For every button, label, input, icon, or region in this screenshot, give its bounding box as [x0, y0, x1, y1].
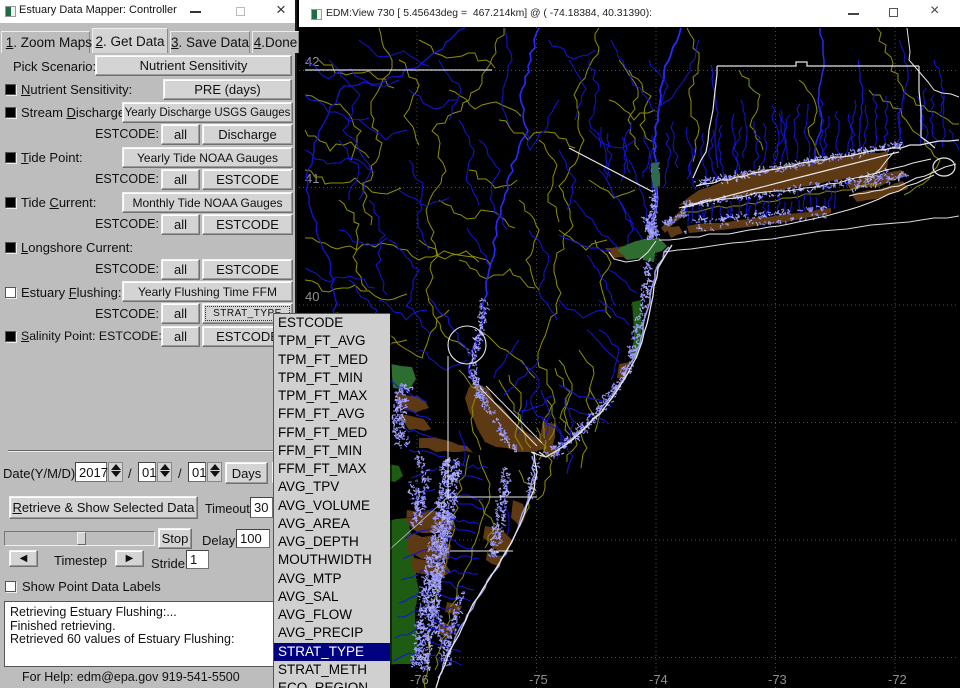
svg-text:-75: -75	[529, 672, 548, 687]
svg-text:-74: -74	[649, 672, 668, 687]
svg-text:-73: -73	[768, 672, 787, 687]
svg-text:40: 40	[305, 289, 319, 304]
svg-text:-76: -76	[410, 672, 429, 687]
svg-text:-72: -72	[888, 672, 907, 687]
